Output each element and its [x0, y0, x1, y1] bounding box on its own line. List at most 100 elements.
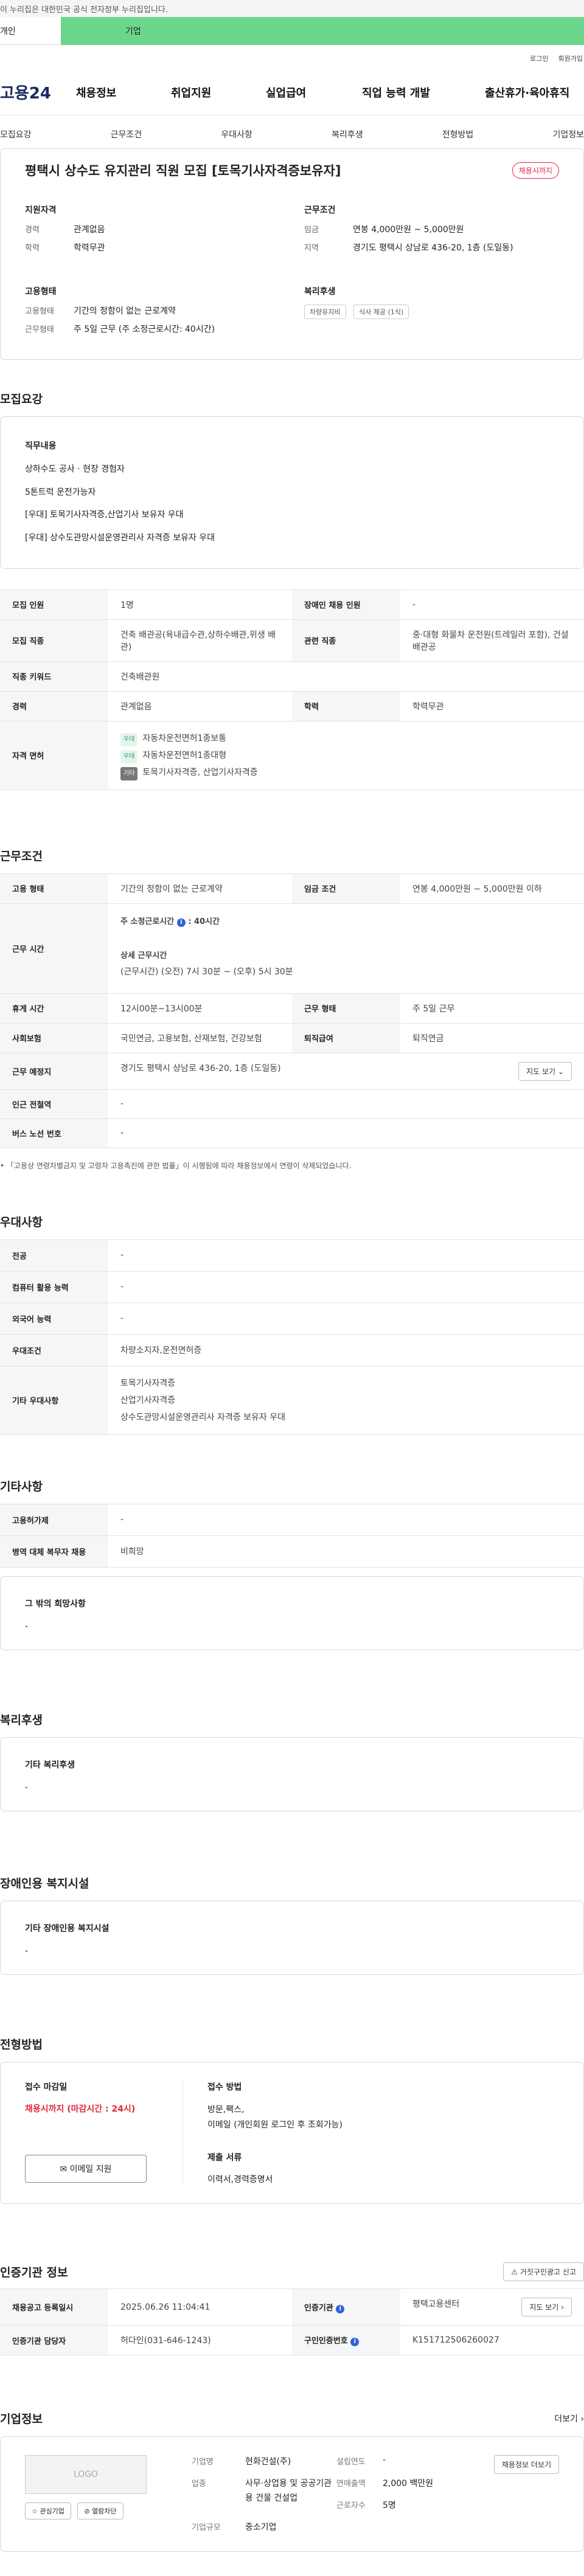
table-row: 기타 우대사항 토목기사자격증 산업기사자격증 상수도관망시설운영관리사 자격증…: [0, 1365, 584, 1435]
place-value-cell: 경기도 평택시 상남로 436-20, 1층 (도일동) 지도 보기 ⌄: [108, 1052, 584, 1090]
docs-heading: 제출 서류: [207, 2153, 242, 2163]
license-item: 우대 자동차운전면허1종보통: [120, 730, 572, 747]
pref-table: 전공 - 컴퓨터 활용 능력 - 외국어 능력 - 우대조건 차량소지자,운전면허증 기…: [0, 1239, 584, 1435]
form-label: 근무 형태: [292, 993, 400, 1024]
cert-section: 인증기관 정보 ⚠ 거짓구인광고 신고 채용공고 등록일시 2025.06.26…: [0, 2262, 584, 2356]
docs-value: 이력서,경력증명서: [207, 2175, 273, 2185]
star-icon: ☆: [32, 2507, 38, 2516]
duty-heading: 직무내용: [25, 441, 57, 451]
job-title: 평택시 상수도 유지관리 직원 모집 [토목기사자격증보유자]: [25, 164, 341, 178]
email-apply-label: 이메일 지원: [69, 2164, 112, 2174]
anchor-work[interactable]: 근무조건: [111, 128, 142, 140]
major-value: -: [108, 1239, 584, 1272]
company-name-value: 현화건설(주): [245, 2457, 291, 2467]
block-icon: ⊘: [84, 2507, 90, 2516]
count-value: 1명: [108, 589, 292, 620]
license-name: 자동차운전면허1종보통: [142, 733, 227, 743]
language-label: 외국어 능력: [0, 1302, 108, 1335]
gnb-item-jobs[interactable]: 채용정보: [76, 84, 171, 100]
tab-company[interactable]: 기업: [61, 17, 584, 45]
bus-label: 버스 노선 번호: [0, 1118, 108, 1148]
work-title: 근무조건: [0, 849, 43, 863]
summary-qualification: 지원자격 경력 관계없음 학력 학력무관: [25, 204, 280, 260]
detail-hours-label: 상세 근무시간: [120, 951, 167, 960]
work-section: 근무조건 고용 형태 기간의 정함이 없는 근로계약 임금 조건 연봉 4,00…: [0, 847, 584, 1171]
apply-box: 접수 마감일 채용시까지 (마감시간 : 24시) ✉ 이메일 지원 접수 방법…: [0, 2061, 584, 2205]
welfare-box-value: -: [25, 1782, 29, 1793]
employment-heading: 고용형태: [25, 287, 57, 297]
age-notice: • 「고용상 연령차별금지 및 고령자 고용촉진에 관한 법률」이 시행됨에 따…: [0, 1161, 352, 1170]
language-value: -: [108, 1302, 584, 1335]
disability-title: 장애인용 복지시설: [0, 1876, 89, 1890]
table-row: 자격 면허 우대 자동차운전면허1종보통 우대 자동차운전면허1종대형 기타 토목기사…: [0, 720, 584, 790]
summary-conditions: 근무조건 임금 연봉 4,000만원 ~ 5,000만원 지역 경기도 평택시 상남…: [304, 204, 559, 260]
fav-company-label: 관심기업: [40, 2507, 64, 2516]
anchor-company[interactable]: 기업정보: [552, 128, 584, 140]
related-label: 관련 직종: [292, 619, 400, 662]
wage-label: 임금: [304, 226, 319, 235]
pref-title: 우대사항: [0, 1215, 43, 1229]
info-icon[interactable]: i: [176, 918, 186, 927]
worktype-value: 주 5일 근무 (주 소정근로시간: 40시간): [74, 325, 215, 334]
block-company-button[interactable]: ⊘ 열람차단: [77, 2502, 123, 2520]
table-row: 근무 시간 주 소정근로시간 i : 40시간 상세 근무시간 (근무시간) (…: [0, 903, 584, 994]
certno-value: K151712506260027: [400, 2325, 584, 2356]
email-apply-button[interactable]: ✉ 이메일 지원: [25, 2154, 147, 2183]
anchor-pref[interactable]: 우대사항: [221, 128, 252, 140]
anchor-screening[interactable]: 전형방법: [442, 128, 474, 140]
summary-header: 평택시 상수도 유지관리 직원 모집 [토목기사자격증보유자] 채용시까지: [25, 161, 559, 179]
time-value: 주 소정근로시간 i : 40시간 상세 근무시간 (근무시간) (오전) 7시…: [108, 903, 584, 994]
other-title: 기타사항: [0, 1479, 43, 1493]
company-name-label: 기업명: [192, 2457, 214, 2467]
deadline-badge: 채용시까지: [512, 162, 559, 179]
company-industry-value: 사무·상업용 및 공공기관용 건물 건설업: [245, 2479, 332, 2504]
report-label: 거짓구인광고 신고: [520, 2268, 576, 2277]
pref-cond-label: 우대조건: [0, 1334, 108, 1366]
gnb-item-unemployment[interactable]: 실업급여: [266, 84, 362, 100]
info-icon[interactable]: i: [350, 2338, 360, 2347]
wage-value: 연봉 4,000만원 ~ 5,000만원: [353, 225, 464, 235]
gnb-item-training[interactable]: 직업 능력 개발: [362, 84, 485, 100]
table-row: 근무 예정지 경기도 평택시 상남로 436-20, 1층 (도일동) 지도 보…: [0, 1052, 584, 1090]
recruit-table: 모집 인원 1명 장애인 채용 인원 - 모집 직종 건축 배관공(욕내급수관,…: [0, 589, 584, 790]
block-company-label: 열람차단: [92, 2507, 117, 2516]
disability-box-heading: 기타 장애인용 복지시설: [25, 1923, 109, 1934]
anchor-welfare[interactable]: 복리후생: [332, 128, 363, 140]
edu-label: 학력: [292, 690, 400, 721]
map-view-button[interactable]: 지도 보기 ⌄: [518, 1061, 572, 1081]
report-button[interactable]: ⚠ 거짓구인광고 신고: [503, 2262, 584, 2282]
edu-row: 학력 학력무관: [25, 241, 280, 253]
duty-line: [우대] 상수도관망시설운영관리사 자격증 보유자 우대: [25, 533, 215, 543]
login-link[interactable]: 로그인: [530, 53, 548, 69]
military-label: 병역 대체 복무자 채용: [0, 1535, 108, 1568]
company-jobs-button[interactable]: 채용정보 더보기: [493, 2455, 559, 2474]
weekly-hours: 주 소정근로시간 i : 40시간: [120, 915, 572, 927]
info-icon[interactable]: i: [336, 2304, 345, 2313]
career-value: 관계없음: [74, 225, 105, 235]
fav-company-button[interactable]: ☆ 관심기업: [25, 2502, 71, 2520]
member-tabbar: 개인 기업: [0, 17, 584, 45]
company-more-link[interactable]: 더보기 ›: [554, 2412, 584, 2425]
qualification-heading: 지원자격: [25, 205, 57, 215]
org-map-button[interactable]: 지도 보기 ›: [521, 2298, 572, 2317]
pref-etc-item: 토목기사자격증: [120, 1378, 176, 1388]
emptype-row: 고용형태 기간의 정함이 없는 근로계약: [25, 305, 280, 317]
hope-value: -: [25, 1621, 29, 1631]
gnb-item-leave[interactable]: 출산휴가·육아휴직: [485, 84, 569, 100]
pref-etc-item: 상수도관망시설운영관리사 자격증 보유자 우대: [120, 1412, 285, 1422]
disability-box: 기타 장애인용 복지시설 -: [0, 1900, 584, 1975]
anchor-recruit[interactable]: 모집요강: [0, 128, 32, 140]
signup-link[interactable]: 회원가입: [558, 53, 583, 69]
gov-banner-text: 이 누리집은 대한민국 공식 전자정부 누리집입니다.: [0, 5, 168, 15]
area-value: 경기도 평택시 상남로 436-20, 1층 (도일동): [353, 243, 513, 253]
table-row: 모집 직종 건축 배관공(욕내급수관,상하수배관,위생 배관) 관련 직종 중·…: [0, 619, 584, 662]
gnb-item-support[interactable]: 취업지원: [171, 84, 266, 100]
bus-value: -: [108, 1118, 584, 1148]
conditions-heading: 근무조건: [304, 205, 336, 215]
company-section: 기업정보 더보기 › LOGO ☆ 관심기업 ⊘ 열람차단 기업명 현화건설(주)…: [0, 2410, 584, 2552]
worktype-label: 근무형태: [25, 325, 54, 334]
tab-personal[interactable]: 개인: [0, 17, 61, 45]
license-tag: 기타: [120, 766, 138, 780]
site-logo[interactable]: 고용24: [0, 81, 76, 103]
license-tag: 우대: [120, 732, 138, 746]
